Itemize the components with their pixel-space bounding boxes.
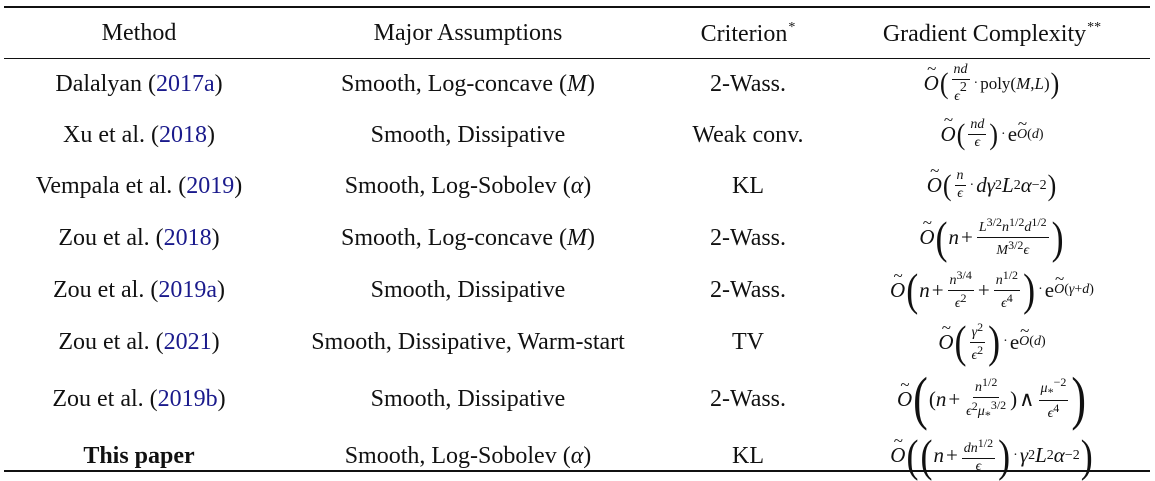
header-method: Method: [101, 20, 177, 46]
table-row: Dalalyan (2017a) Smooth, Log-concave (M)…: [4, 58, 1150, 109]
header-row: Method Major Assumptions Criterion* Grad…: [4, 8, 1150, 58]
assumptions-cell: Smooth, Dissipative, Warm-start: [311, 329, 625, 355]
assumptions-cell: Smooth, Log-concave (M): [341, 70, 595, 97]
assumptions-cell: Smooth, Dissipative: [370, 277, 566, 303]
citation-link[interactable]: 2018: [159, 122, 207, 148]
complexity-cell: O(n+L3/2n1/2d1/2M3/2ϵ): [834, 211, 1150, 264]
complexity-cell: O(nϵ·dγ2L2α−2): [834, 160, 1150, 211]
assumptions-cell: Smooth, Dissipative: [370, 386, 566, 412]
method-cell: This paper: [83, 442, 195, 469]
assumptions-cell: Smooth, Dissipative: [370, 121, 566, 148]
citation-link[interactable]: 2019: [186, 173, 234, 199]
complexity-cell: O(ndϵ2·poly(M,L)): [834, 58, 1150, 109]
method-cell: Zou et al. (2021): [58, 329, 220, 355]
criterion-cell: KL: [732, 442, 764, 469]
criterion-cell: TV: [732, 329, 764, 355]
complexity-formula: O(n+L3/2n1/2d1/2M3/2ϵ): [919, 215, 1064, 260]
criterion-cell: KL: [732, 172, 764, 199]
complexity-cell: O(ndϵ)·eO(d): [834, 109, 1150, 160]
table-row: Zou et al. (2019b) Smooth, Dissipative 2…: [4, 368, 1150, 430]
method-cell: Xu et al. (2018): [63, 121, 215, 148]
citation-link[interactable]: 2019a: [158, 277, 217, 303]
complexity-cell: O(n+n3/4ϵ2+n1/2ϵ4)·eO(γ+d): [834, 264, 1150, 316]
complexity-formula: O(nϵ·dγ2L2α−2): [927, 169, 1058, 201]
citation-link[interactable]: 2019b: [158, 386, 218, 412]
citation-link[interactable]: 2021: [164, 329, 212, 355]
header-assumptions: Major Assumptions: [373, 20, 563, 46]
complexity-footnote-mark: **: [1087, 19, 1102, 35]
criterion-cell: 2-Wass.: [709, 224, 787, 251]
header-criterion: Criterion*: [700, 19, 796, 47]
citation-link[interactable]: 2017a: [156, 71, 215, 97]
method-cell: Zou et al. (2019a): [53, 277, 225, 303]
criterion-cell: Weak conv.: [692, 121, 804, 148]
table-row: This paper Smooth, Log-Sobolev (α) KL O(…: [4, 430, 1150, 481]
complexity-formula: O(γ2ϵ2)·eO(d): [938, 320, 1045, 365]
assumptions-cell: Smooth, Log-Sobolev (α): [344, 442, 592, 469]
header-complexity: Gradient Complexity**: [882, 19, 1102, 47]
comparison-table: Method Major Assumptions Criterion* Grad…: [4, 8, 1150, 481]
table-row: Zou et al. (2019a) Smooth, Dissipative 2…: [4, 264, 1150, 316]
complexity-formula: O(n+n3/4ϵ2+n1/2ϵ4)·eO(γ+d): [890, 268, 1094, 313]
method-cell: Dalalyan (2017a): [55, 70, 223, 97]
assumptions-cell: Smooth, Log-concave (M): [341, 224, 595, 251]
method-cell: Vempala et al. (2019): [35, 172, 243, 199]
complexity-formula: O(ndϵ2·poly(M,L)): [924, 62, 1061, 104]
criterion-cell: 2-Wass.: [709, 70, 787, 97]
table-row: Zou et al. (2018) Smooth, Log-concave (M…: [4, 211, 1150, 264]
complexity-cell: O((n+dn1/2ϵ)·γ2L2α−2): [834, 430, 1150, 481]
citation-link[interactable]: 2018: [164, 225, 212, 251]
method-cell: Zou et al. (2018): [58, 224, 220, 251]
complexity-cell: O((n+n1/2ϵ2μ*3/2)∧μ*−2ϵ4): [834, 368, 1150, 430]
complexity-formula: O((n+n1/2ϵ2μ*3/2)∧μ*−2ϵ4): [897, 369, 1087, 428]
criterion-cell: 2-Wass.: [709, 277, 787, 303]
complexity-cell: O(γ2ϵ2)·eO(d): [834, 316, 1150, 368]
method-cell: Zou et al. (2019b): [52, 386, 226, 412]
assumptions-cell: Smooth, Log-Sobolev (α): [344, 172, 592, 199]
complexity-formula: O((n+dn1/2ϵ)·γ2L2α−2): [890, 433, 1093, 478]
complexity-formula: O(ndϵ)·eO(d): [941, 118, 1044, 150]
criterion-cell: 2-Wass.: [709, 386, 787, 412]
table-row: Xu et al. (2018) Smooth, Dissipative Wea…: [4, 109, 1150, 160]
criterion-footnote-mark: *: [788, 19, 796, 35]
table-row: Vempala et al. (2019) Smooth, Log-Sobole…: [4, 160, 1150, 211]
table-row: Zou et al. (2021) Smooth, Dissipative, W…: [4, 316, 1150, 368]
